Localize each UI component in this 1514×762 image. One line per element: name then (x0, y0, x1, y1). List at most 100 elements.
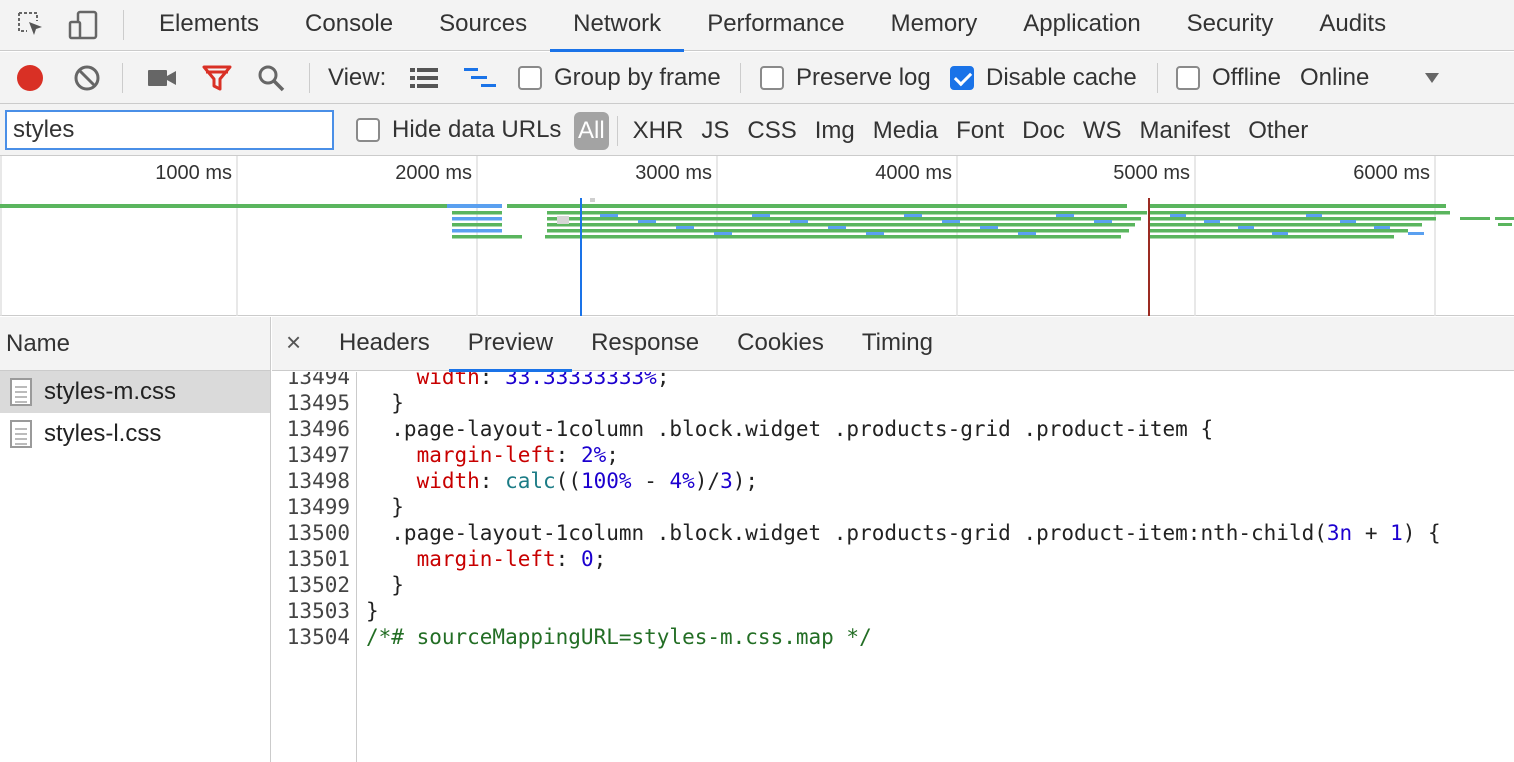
record-button[interactable] (16, 52, 44, 104)
name-column-header[interactable]: Name (0, 317, 270, 371)
offline-box[interactable] (1176, 66, 1200, 90)
request-bar (1150, 229, 1408, 233)
request-bar (590, 198, 595, 202)
overview-toggle-button[interactable] (463, 52, 497, 104)
preserve-log-label: Preserve log (796, 64, 931, 91)
code-token: calc (505, 469, 556, 493)
code-token: .page-layout-1column .block.widget .prod… (366, 521, 1327, 545)
code-token: } (366, 495, 404, 519)
video-camera-icon (148, 70, 176, 86)
detail-tab-timing[interactable]: Timing (843, 317, 952, 371)
throttling-value: Online (1300, 64, 1370, 91)
request-bar (866, 232, 884, 235)
group-by-frame-checkbox[interactable]: Group by frame (518, 52, 721, 104)
tab-elements[interactable]: Elements (136, 0, 282, 51)
close-icon[interactable]: × (286, 327, 301, 358)
hide-data-urls-box[interactable] (356, 118, 380, 142)
filter-input[interactable] (5, 110, 334, 150)
hide-data-urls-checkbox[interactable]: Hide data URLs (356, 104, 561, 156)
request-details: × Headers Preview Response Cookies Timing 13… (272, 317, 1514, 762)
request-row[interactable]: styles-m.css (0, 371, 270, 413)
code-token: 33.33333333% (505, 372, 657, 389)
group-by-frame-box[interactable] (518, 66, 542, 90)
request-bar (547, 217, 1141, 221)
preserve-log-checkbox[interactable]: Preserve log (760, 52, 931, 104)
request-bar (547, 229, 1129, 233)
type-filter-font[interactable]: Font (947, 112, 1013, 150)
type-filter-all[interactable]: All (574, 112, 609, 150)
filter-toggle-button[interactable] (202, 52, 232, 104)
code-text: margin-left: 2%; (350, 442, 619, 468)
type-filter-img[interactable]: Img (806, 112, 864, 150)
detail-tabbar: × Headers Preview Response Cookies Timing (272, 317, 1514, 372)
large-rows-button[interactable] (408, 52, 440, 104)
detail-tabs: Headers Preview Response Cookies Timing (320, 317, 952, 372)
code-token: 3n (1326, 521, 1353, 545)
tabbar-separator (123, 10, 124, 40)
offline-checkbox[interactable]: Offline (1176, 52, 1281, 104)
preview-source[interactable]: 13494 width: 33.33333333%; 13495 } 13496 .… (272, 372, 1514, 762)
code-token: + (1352, 521, 1391, 545)
throttling-dropdown-arrow[interactable] (1424, 52, 1440, 104)
request-bar (942, 220, 960, 223)
request-bar (557, 216, 569, 224)
device-toolbar-icon[interactable] (68, 10, 98, 40)
code-token: width (416, 372, 480, 389)
detail-tab-headers[interactable]: Headers (320, 317, 449, 371)
chevron-down-icon (1425, 73, 1439, 83)
request-bar (1056, 214, 1074, 217)
type-filter-css[interactable]: CSS (738, 112, 805, 150)
tab-audits[interactable]: Audits (1296, 0, 1409, 51)
code-token: margin-left (416, 547, 556, 571)
disable-cache-box[interactable] (950, 66, 974, 90)
type-filter-doc[interactable]: Doc (1013, 112, 1074, 150)
detail-tab-response[interactable]: Response (572, 317, 718, 371)
code-token: } (366, 599, 379, 623)
tab-application[interactable]: Application (1000, 0, 1163, 51)
request-bar (1272, 232, 1288, 235)
code-token: - (631, 469, 670, 493)
code-token: ; (656, 372, 670, 389)
type-filter-manifest[interactable]: Manifest (1131, 112, 1240, 150)
code-text: /*# sourceMappingURL=styles-m.css.map */ (350, 624, 872, 650)
tab-network[interactable]: Network (550, 0, 685, 52)
inspect-element-icon[interactable] (16, 10, 46, 40)
throttling-select[interactable]: Online (1300, 52, 1369, 104)
type-filter-separator (616, 116, 618, 146)
tab-memory[interactable]: Memory (868, 0, 1001, 51)
request-row[interactable]: styles-l.css (0, 413, 270, 455)
type-filter-other[interactable]: Other (1239, 112, 1317, 150)
capture-screenshots-button[interactable] (147, 52, 177, 104)
code-line: 13500 .page-layout-1column .block.widget… (272, 520, 1514, 546)
detail-tab-cookies[interactable]: Cookies (718, 317, 843, 371)
detail-tab-preview[interactable]: Preview (448, 317, 573, 372)
type-filter-xhr[interactable]: XHR (624, 112, 693, 150)
type-filter-js[interactable]: JS (692, 112, 738, 150)
line-number: 13496 (286, 417, 350, 441)
request-bar (904, 214, 922, 217)
preserve-log-box[interactable] (760, 66, 784, 90)
clear-button[interactable] (73, 52, 101, 104)
request-bar (1204, 220, 1220, 223)
request-name: styles-m.css (44, 378, 176, 405)
waterfall-icon (464, 68, 496, 87)
search-button[interactable] (257, 52, 285, 104)
tab-security[interactable]: Security (1164, 0, 1297, 51)
tab-sources[interactable]: Sources (416, 0, 550, 51)
type-filter-media[interactable]: Media (864, 112, 947, 150)
code-line: 13504 /*# sourceMappingURL=styles-m.css.m… (272, 624, 1514, 650)
code-token: ; (593, 547, 607, 571)
code-line: 13497 margin-left: 2%; (272, 442, 1514, 468)
type-filter-ws[interactable]: WS (1074, 112, 1131, 150)
request-bar (507, 204, 1127, 208)
disable-cache-checkbox[interactable]: Disable cache (950, 52, 1137, 104)
line-number: 13501 (286, 547, 350, 571)
tab-console[interactable]: Console (282, 0, 416, 51)
tab-performance[interactable]: Performance (684, 0, 867, 51)
tick-label: 6000 ms (1353, 162, 1430, 184)
code-text: } (350, 598, 379, 624)
resource-type-filters: All XHR JS CSS Img Media Font Doc WS Manifest Othe… (574, 112, 1317, 150)
devtools-tabbar: Elements Console Sources Network Performance… (0, 0, 1514, 52)
